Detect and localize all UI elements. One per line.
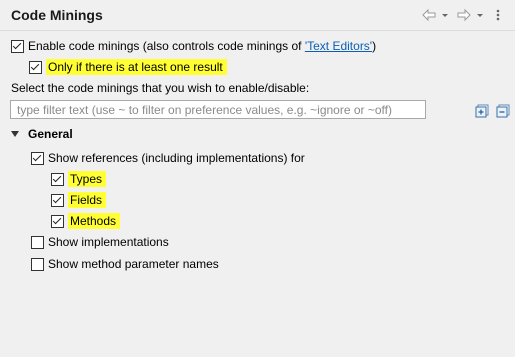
- code-minings-preference-page: Code Minings Enable code minings (also c…: [0, 0, 515, 357]
- tree-item-label: Types: [68, 171, 107, 187]
- only-if-result-option[interactable]: Only if there is at least one result: [29, 58, 227, 76]
- tree-item-show-implementations[interactable]: Show implementations: [31, 233, 169, 251]
- tree-item-show-parameter-names[interactable]: Show method parameter names: [31, 255, 219, 273]
- chevron-down-icon: [477, 14, 483, 17]
- expand-all-icon: [475, 104, 489, 118]
- only-if-result-checkbox[interactable]: [29, 60, 42, 74]
- tree-item-label: Methods: [68, 213, 121, 229]
- view-menu-button[interactable]: [491, 8, 505, 22]
- forward-menu-button[interactable]: [475, 8, 485, 22]
- show-parameter-names-checkbox[interactable]: [31, 257, 44, 271]
- tree-item-methods[interactable]: Methods: [51, 212, 121, 230]
- tree-item-fields[interactable]: Fields: [51, 191, 107, 209]
- tree-item-label: Show implementations: [48, 235, 169, 249]
- header-divider: [0, 30, 515, 31]
- enable-code-minings-label: Enable code minings (also controls code …: [28, 39, 305, 53]
- enable-code-minings-checkbox[interactable]: [11, 39, 24, 53]
- enable-code-minings-option[interactable]: Enable code minings (also controls code …: [11, 37, 376, 55]
- tree-item-label: Fields: [68, 192, 107, 208]
- page-header: Code Minings: [0, 0, 515, 30]
- tree-item-show-references[interactable]: Show references (including implementatio…: [31, 149, 305, 167]
- tree-group-label: General: [28, 127, 73, 141]
- back-button[interactable]: [421, 8, 437, 22]
- more-options-icon: [496, 9, 500, 21]
- enable-code-minings-label-suffix: ): [372, 39, 377, 53]
- page-title: Code Minings: [11, 7, 103, 23]
- filter-instruction: Select the code minings that you wish to…: [11, 81, 310, 95]
- methods-checkbox[interactable]: [51, 214, 64, 228]
- fields-checkbox[interactable]: [51, 193, 64, 207]
- tree-item-label: Show references (including implementatio…: [48, 151, 305, 165]
- tree-group-general[interactable]: General: [11, 125, 73, 143]
- filter-input[interactable]: [10, 100, 426, 119]
- only-if-result-label: Only if there is at least one result: [46, 59, 227, 75]
- show-implementations-checkbox[interactable]: [31, 235, 44, 249]
- collapse-all-icon: [496, 104, 510, 118]
- expand-all-button[interactable]: [475, 104, 489, 118]
- back-menu-button[interactable]: [440, 8, 450, 22]
- chevron-down-icon: [442, 14, 448, 17]
- show-references-checkbox[interactable]: [31, 151, 44, 165]
- types-checkbox[interactable]: [51, 172, 64, 186]
- arrow-right-icon: [457, 8, 471, 22]
- text-editors-link[interactable]: 'Text Editors': [305, 39, 372, 53]
- forward-button[interactable]: [456, 8, 472, 22]
- tree-item-label: Show method parameter names: [48, 257, 219, 271]
- expanded-twisty-icon[interactable]: [11, 131, 19, 137]
- arrow-left-icon: [422, 8, 436, 22]
- tree-item-types[interactable]: Types: [51, 170, 107, 188]
- collapse-all-button[interactable]: [496, 104, 510, 118]
